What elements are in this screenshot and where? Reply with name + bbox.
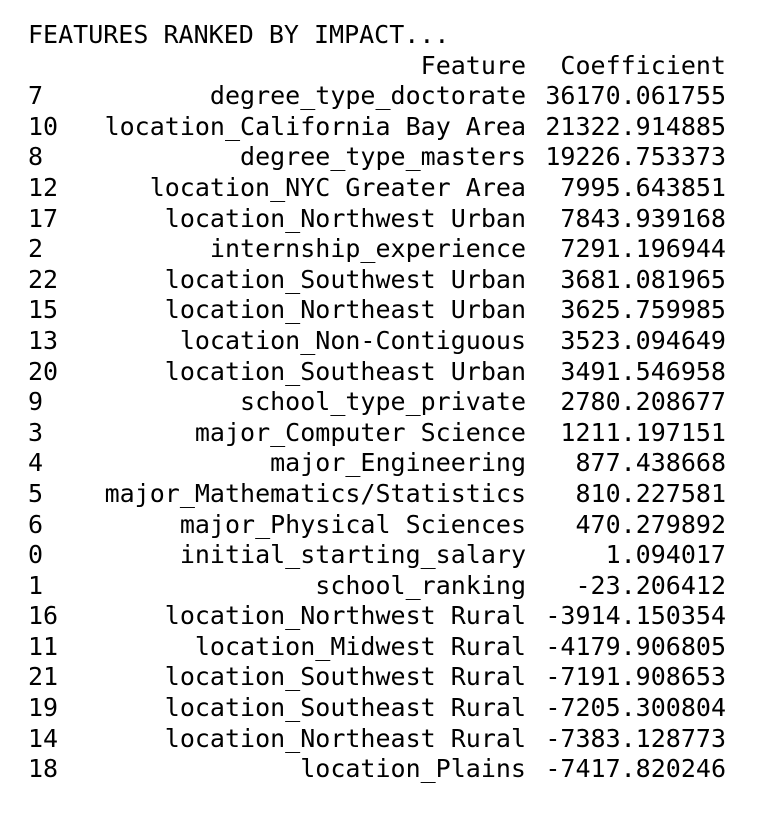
- row-index: 1: [28, 570, 44, 600]
- row-coefficient: -4179.906805: [545, 631, 726, 661]
- row-coefficient: -7383.128773: [545, 723, 726, 753]
- row-coefficient: 3625.759985: [560, 295, 726, 325]
- row-coefficient: 19226.753373: [545, 142, 726, 172]
- row-coefficient: -23.206412: [575, 570, 726, 600]
- row-feature: major_Computer Science: [194, 417, 526, 447]
- row-coefficient: 810.227581: [575, 478, 726, 508]
- row-index: 13: [28, 325, 59, 355]
- table-row: 8 degree_type_masters 19226.753373: [28, 142, 738, 173]
- row-feature: location_Northwest Urban: [164, 203, 526, 233]
- row-feature: internship_experience: [209, 234, 526, 264]
- column-header-row: Feature Coefficient: [28, 51, 738, 82]
- row-index: 16: [28, 601, 59, 631]
- table-row: 6 major_Physical Sciences 470.279892: [28, 510, 738, 541]
- console-output: FEATURES RANKED BY IMPACT... Feature Coe…: [28, 20, 738, 785]
- row-index: 3: [28, 417, 44, 447]
- row-feature: location_Northeast Urban: [164, 295, 526, 325]
- row-feature: major_Mathematics/Statistics: [104, 478, 526, 508]
- row-coefficient: 21322.914885: [545, 111, 726, 141]
- table-row: 3 major_Computer Science 1211.197151: [28, 418, 738, 449]
- output-heading: FEATURES RANKED BY IMPACT...: [28, 20, 450, 49]
- row-coefficient: 2780.208677: [560, 387, 726, 417]
- row-coefficient: 3491.546958: [560, 356, 726, 386]
- table-row: 13 location_Non-Contiguous 3523.094649: [28, 326, 738, 357]
- row-index: 14: [28, 723, 59, 753]
- row-feature: degree_type_doctorate: [209, 81, 526, 111]
- table-row: 5 major_Mathematics/Statistics 810.227581: [28, 479, 738, 510]
- table-row: 11 location_Midwest Rural -4179.906805: [28, 632, 738, 663]
- row-feature: major_Physical Sciences: [179, 509, 526, 539]
- row-feature: location_Plains: [300, 754, 526, 784]
- row-feature: location_Midwest Rural: [194, 631, 526, 661]
- row-feature: location_California Bay Area: [104, 111, 526, 141]
- row-feature: degree_type_masters: [240, 142, 526, 172]
- row-coefficient: 7843.939168: [560, 203, 726, 233]
- table-row: 17 location_Northwest Urban 7843.939168: [28, 204, 738, 235]
- column-header-feature: Feature: [420, 50, 526, 80]
- row-coefficient: 3681.081965: [560, 264, 726, 294]
- table-body: 7 degree_type_doctorate 36170.061755 10 loca…: [28, 81, 738, 785]
- row-feature: location_Southwest Rural: [164, 662, 526, 692]
- row-coefficient: -7205.300804: [545, 693, 726, 723]
- row-coefficient: 3523.094649: [560, 325, 726, 355]
- row-index: 21: [28, 662, 59, 692]
- table-row: 4 major_Engineering 877.438668: [28, 448, 738, 479]
- table-row: 21 location_Southwest Rural -7191.908653: [28, 662, 738, 693]
- row-index: 2: [28, 234, 44, 264]
- row-index: 19: [28, 693, 59, 723]
- row-feature: location_Southeast Rural: [164, 693, 526, 723]
- row-index: 15: [28, 295, 59, 325]
- table-row: 16 location_Northwest Rural -3914.150354: [28, 601, 738, 632]
- row-feature: school_ranking: [315, 570, 526, 600]
- row-coefficient: -3914.150354: [545, 601, 726, 631]
- table-row: 10 location_California Bay Area 21322.9148…: [28, 112, 738, 143]
- row-index: 11: [28, 631, 59, 661]
- table-row: 15 location_Northeast Urban 3625.759985: [28, 295, 738, 326]
- row-feature: location_Northeast Rural: [164, 723, 526, 753]
- row-index: 12: [28, 172, 59, 202]
- row-coefficient: 470.279892: [575, 509, 726, 539]
- row-index: 8: [28, 142, 44, 172]
- table-row: 7 degree_type_doctorate 36170.061755: [28, 81, 738, 112]
- output-heading-line: FEATURES RANKED BY IMPACT...: [28, 20, 738, 51]
- row-coefficient: 7291.196944: [560, 234, 726, 264]
- table-row: 12 location_NYC Greater Area 7995.643851: [28, 173, 738, 204]
- row-coefficient: 877.438668: [575, 448, 726, 478]
- table-row: 9 school_type_private 2780.208677: [28, 387, 738, 418]
- row-feature: location_NYC Greater Area: [149, 172, 526, 202]
- row-index: 20: [28, 356, 59, 386]
- table-row: 18 location_Plains -7417.820246: [28, 754, 738, 785]
- table-row: 0 initial_starting_salary 1.094017: [28, 540, 738, 571]
- column-header-coefficient: Coefficient: [560, 50, 726, 80]
- row-index: 9: [28, 387, 44, 417]
- row-index: 4: [28, 448, 44, 478]
- row-index: 17: [28, 203, 59, 233]
- row-coefficient: -7417.820246: [545, 754, 726, 784]
- row-coefficient: 1211.197151: [560, 417, 726, 447]
- table-row: 22 location_Southwest Urban 3681.081965: [28, 265, 738, 296]
- row-coefficient: 1.094017: [605, 540, 726, 570]
- table-row: 1 school_ranking -23.206412: [28, 571, 738, 602]
- row-index: 5: [28, 478, 44, 508]
- row-feature: school_type_private: [240, 387, 526, 417]
- row-feature: location_Southwest Urban: [164, 264, 526, 294]
- table-row: 20 location_Southeast Urban 3491.546958: [28, 357, 738, 388]
- row-feature: location_Northwest Rural: [164, 601, 526, 631]
- row-index: 18: [28, 754, 59, 784]
- row-index: 0: [28, 540, 44, 570]
- row-coefficient: -7191.908653: [545, 662, 726, 692]
- row-feature: major_Engineering: [270, 448, 526, 478]
- table-row: 2 internship_experience 7291.196944: [28, 234, 738, 265]
- row-coefficient: 36170.061755: [545, 81, 726, 111]
- row-index: 6: [28, 509, 44, 539]
- row-index: 22: [28, 264, 59, 294]
- table-row: 14 location_Northeast Rural -7383.128773: [28, 724, 738, 755]
- row-index: 10: [28, 111, 59, 141]
- row-feature: location_Non-Contiguous: [179, 325, 526, 355]
- row-coefficient: 7995.643851: [560, 172, 726, 202]
- row-feature: location_Southeast Urban: [164, 356, 526, 386]
- table-row: 19 location_Southeast Rural -7205.300804: [28, 693, 738, 724]
- row-feature: initial_starting_salary: [179, 540, 526, 570]
- row-index: 7: [28, 81, 44, 111]
